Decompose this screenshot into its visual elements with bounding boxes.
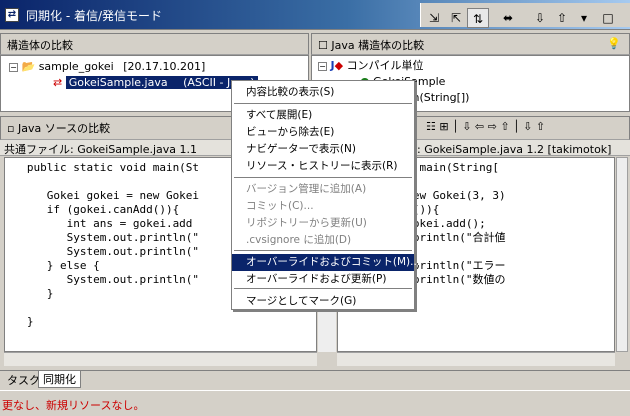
structure-compare-header: 構造体の比較	[0, 33, 309, 55]
menu-item-1[interactable]: すべて展開(E)	[232, 107, 414, 124]
menu-item-0[interactable]: 内容比較の表示(S)	[232, 84, 414, 101]
lightbulb-icon[interactable]: 💡	[607, 37, 621, 50]
synchronize-view-icon: ⇄	[5, 8, 19, 22]
left-code-line: public static void main(St	[7, 161, 200, 174]
context-menu: 内容比較の表示(S) すべて展開(E) ビューから除去(E) ナビゲーターで表示(N)…	[231, 80, 420, 310]
source-compare-title: Java ソースの比較	[17, 122, 111, 135]
menu-item-10[interactable]: オーバーライドおよび更新(P)	[232, 271, 414, 288]
status-bar: 更なし、新規リソースなし。	[0, 390, 630, 416]
view-toolbar: ⇲ ⇱ ⇅ ⬌ ⇩ ⇧ ▾ □	[420, 3, 630, 28]
java-structure-title: Java 構造体の比較	[331, 39, 425, 52]
structure-compare-title: 構造体の比較	[7, 39, 73, 52]
left-code-line: Gokei gokei = new Gokei	[7, 189, 200, 202]
previous-change-icon[interactable]: ⇧	[551, 8, 573, 28]
project-name: sample_gokei	[38, 60, 114, 73]
menu-item-2[interactable]: ビューから除去(E)	[232, 124, 414, 141]
java-structure-icon: ☐	[318, 39, 328, 52]
left-code-line: int ans = gokei.add	[7, 217, 193, 230]
compilation-unit-label: コンパイル単位	[346, 59, 424, 72]
java-structure-header: ☐ Java 構造体の比較 💡	[311, 33, 630, 55]
menu-item-3[interactable]: ナビゲーターで表示(N)	[232, 141, 414, 158]
menu-separator	[234, 288, 412, 289]
view-menu-icon[interactable]: ▾	[573, 8, 595, 28]
left-code-line: System.out.println("	[7, 245, 200, 258]
right-horizontal-scrollbar[interactable]	[337, 352, 615, 366]
maximize-icon[interactable]: □	[597, 8, 619, 28]
java-file-icon: ⇄	[53, 76, 63, 89]
menu-item-9[interactable]: オーバーライドおよびコミット(M)...	[232, 254, 420, 271]
title-bar: ⇄ 同期化 - 着信/発信モード ⇲ ⇱ ⇅ ⬌ ⇩ ⇧ ▾ □	[0, 0, 630, 30]
overview-ruler	[616, 157, 628, 352]
next-change-icon[interactable]: ⇩	[529, 8, 551, 28]
left-code-line: System.out.println("	[7, 231, 200, 244]
menu-item-7: リポジトリーから更新(U)	[246, 217, 367, 229]
left-code-line: System.out.println("	[7, 273, 200, 286]
left-code-line: }	[7, 315, 34, 328]
menu-separator	[234, 177, 412, 178]
collapse-icon[interactable]: −	[318, 62, 327, 71]
menu-item-8: .cvsignore に追加(D)	[246, 234, 352, 246]
menu-separator	[234, 250, 412, 251]
folder-icon: 📂	[21, 60, 36, 73]
project-node[interactable]: − 📂 sample_gokei [20.17.10.201]	[9, 59, 205, 75]
incoming-outgoing-mode-icon[interactable]: ⇅	[467, 8, 489, 28]
left-horizontal-scrollbar[interactable]	[4, 352, 317, 366]
incoming-mode-icon[interactable]: ⇲	[423, 8, 445, 28]
menu-item-11[interactable]: マージとしてマーク(G)	[232, 293, 414, 310]
pin-icon[interactable]: ⬌	[497, 8, 519, 28]
outgoing-mode-icon[interactable]: ⇱	[445, 8, 467, 28]
tab-synchronize[interactable]: 同期化	[38, 371, 81, 388]
view-title: 同期化 - 着信/発信モード	[26, 9, 163, 23]
menu-separator	[234, 103, 412, 104]
compilation-unit-node[interactable]: − J◆ コンパイル単位	[318, 58, 424, 74]
menu-item-4[interactable]: リソース・ヒストリーに表示(R)	[232, 158, 414, 175]
common-file-label: 共通ファイル: GokeiSample.java 1.1	[4, 143, 198, 156]
project-version: [20.17.10.201]	[123, 60, 206, 73]
collapse-icon[interactable]: −	[9, 63, 18, 72]
source-compare-icon: ▫	[7, 122, 15, 135]
left-code-line: }	[7, 287, 54, 300]
change-marker-icon: ◆	[334, 59, 344, 72]
left-code-line: if (gokei.canAdd()){	[7, 203, 180, 216]
file-name: GokeiSample.java	[68, 76, 168, 89]
menu-item-6: コミット(C)...	[246, 200, 314, 212]
menu-item-5: バージョン管理に追加(A)	[246, 183, 367, 195]
file-node[interactable]: ⇄ GokeiSample.java (ASCII - Java)	[53, 75, 258, 91]
bottom-tab-bar: タスク 同期化	[0, 370, 630, 388]
status-text: 更なし、新規リソースなし。	[2, 399, 145, 412]
left-code-line: } else {	[7, 259, 100, 272]
toolbar-group-icon[interactable]: ☷ ⊞ │ ⇩ ⇦ ⇨ ⇧ │ ⇩ ⇧	[426, 120, 545, 133]
